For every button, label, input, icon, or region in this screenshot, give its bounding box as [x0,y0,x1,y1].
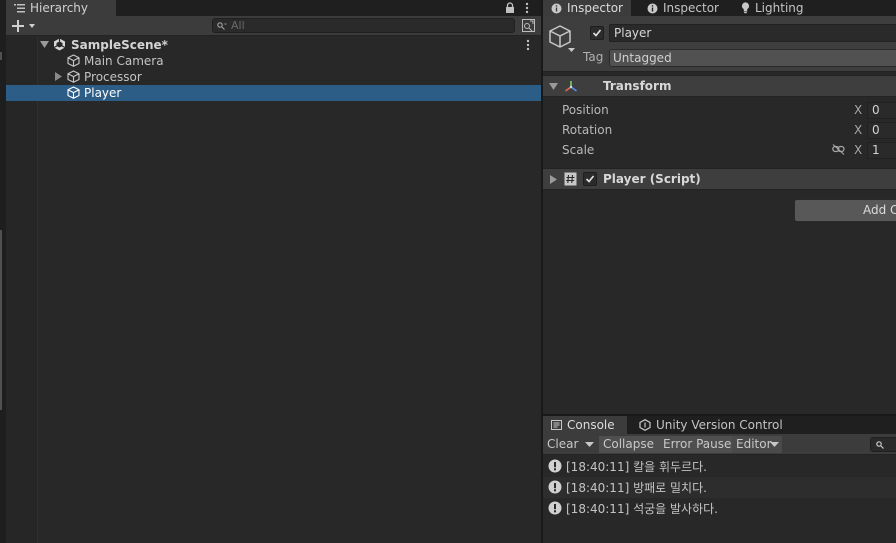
info-icon [551,3,562,14]
foldout-collapsed-icon[interactable] [550,175,557,184]
property-scale: Scale X 1 [543,140,896,160]
version-control-icon [639,419,651,431]
lock-icon[interactable] [505,2,515,14]
constrain-proportions-icon[interactable] [832,144,845,155]
hierarchy-gutter [6,37,38,543]
search-icon [876,441,886,449]
search-icon [217,22,227,30]
tab-label: Console [567,418,615,432]
gameobject-cube-icon [67,86,80,99]
gameobject-cube-icon [67,54,80,67]
position-x-field[interactable]: 0 [867,101,896,119]
inspector-panel: Inspector Inspector Lighting Player Tag … [543,0,896,414]
hierarchy-tree: SampleScene* Main Camera Processor Playe… [6,37,541,543]
log-text: [18:40:11] 방패로 밀치다. [566,481,707,495]
tag-dropdown[interactable]: Untagged [609,49,896,67]
editor-dropdown-icon [770,442,779,448]
collapsed-arrow-icon[interactable] [55,72,62,81]
console-toolbar: Clear Collapse Error Pause Editor [543,434,896,455]
active-checkbox[interactable] [590,26,604,40]
scene-row[interactable]: SampleScene* [6,37,541,53]
console-log-entry[interactable]: [18:40:11] 방패로 밀치다. [543,477,896,498]
transform-title: Transform [603,79,672,93]
axis-label: X [854,143,863,157]
clear-dropdown-icon[interactable] [585,442,594,448]
property-label: Scale [562,143,595,157]
create-plus-dropdown[interactable] [12,19,38,33]
hierarchy-item-main-camera[interactable]: Main Camera [6,53,541,69]
tab-label: Lighting [755,1,804,15]
tab-lighting[interactable]: Lighting [733,0,823,16]
hierarchy-panel: Hierarchy All SampleScene* Main Camera P… [6,0,541,543]
axis-label: X [854,103,863,117]
console-log-entry[interactable]: [18:40:11] 칼을 휘두르다. [543,456,896,477]
axis-label: X [854,123,863,137]
transform-icon [564,80,578,93]
object-name-field[interactable]: Player [609,24,896,42]
hierarchy-toolbar: All [6,16,541,36]
scene-kebab-menu-icon[interactable] [526,39,530,51]
hierarchy-tab-label: Hierarchy [30,1,89,15]
hierarchy-tab-bar: Hierarchy [6,0,541,16]
tab-inspector-2[interactable]: Inspector [639,0,729,16]
error-pause-toggle[interactable]: Error Pause [659,436,732,453]
tab-label: Inspector [567,1,623,15]
info-icon [647,3,658,14]
console-search-input[interactable] [870,437,896,452]
log-info-icon [548,501,562,515]
edge-mark [0,52,2,60]
tab-label: Inspector [663,1,719,15]
script-component-title: Player (Script) [603,172,701,186]
hierarchy-item-player[interactable]: Player [6,85,541,101]
log-text: [18:40:11] 석궁을 발사하다. [566,502,718,516]
property-label: Rotation [562,123,613,137]
tab-label: Unity Version Control [656,418,783,432]
hierarchy-list-icon [14,3,25,13]
hierarchy-tab[interactable]: Hierarchy [6,0,116,16]
gameobject-large-icon[interactable] [549,24,577,54]
inspector-object-header: Player Tag Untagged [543,16,896,72]
log-text: [18:40:11] 칼을 휘두르다. [566,460,707,474]
hierarchy-item-label: Player [84,86,122,100]
script-enabled-checkbox[interactable] [583,172,597,186]
script-component-header[interactable]: Player (Script) [543,168,896,190]
collapse-toggle[interactable]: Collapse [599,436,659,453]
property-label: Position [562,103,609,117]
csharp-script-icon [564,172,577,186]
tab-console[interactable]: Console [543,416,627,434]
clear-button[interactable]: Clear [543,436,583,453]
hierarchy-item-processor[interactable]: Processor [6,69,541,85]
console-tab-bar: Console Unity Version Control [543,416,896,434]
tab-inspector-1[interactable]: Inspector [543,0,631,16]
add-component-button[interactable]: Add C [794,199,896,222]
property-rotation: Rotation X 0 [543,120,896,140]
transform-component-header[interactable]: Transform [543,75,896,97]
scene-name: SampleScene* [71,38,168,52]
inspector-tab-bar: Inspector Inspector Lighting [543,0,896,16]
console-log-entry[interactable]: [18:40:11] 석궁을 발사하다. [543,498,896,519]
scale-x-field[interactable]: 1 [867,141,896,159]
rotation-x-field[interactable]: 0 [867,121,896,139]
edge-mark [0,230,2,410]
gameobject-cube-icon [67,70,80,83]
hierarchy-item-label: Processor [84,70,142,84]
hierarchy-item-label: Main Camera [84,54,164,68]
search-placeholder: All [231,19,245,32]
hierarchy-search-input[interactable]: All [212,18,515,33]
expand-arrow-icon[interactable] [40,41,49,49]
kebab-menu-icon[interactable] [525,2,529,14]
property-position: Position X 0 [543,100,896,120]
foldout-expanded-icon[interactable] [549,83,558,91]
log-info-icon [548,459,562,473]
unity-scene-icon [53,38,66,51]
tag-label: Tag [583,50,604,64]
log-info-icon [548,480,562,494]
lightbulb-icon [741,2,750,14]
console-panel: Console Unity Version Control Clear Coll… [543,416,896,543]
tab-unity-version-control[interactable]: Unity Version Control [631,416,801,434]
console-icon [551,420,562,430]
scene-visibility-icon[interactable] [522,19,535,32]
